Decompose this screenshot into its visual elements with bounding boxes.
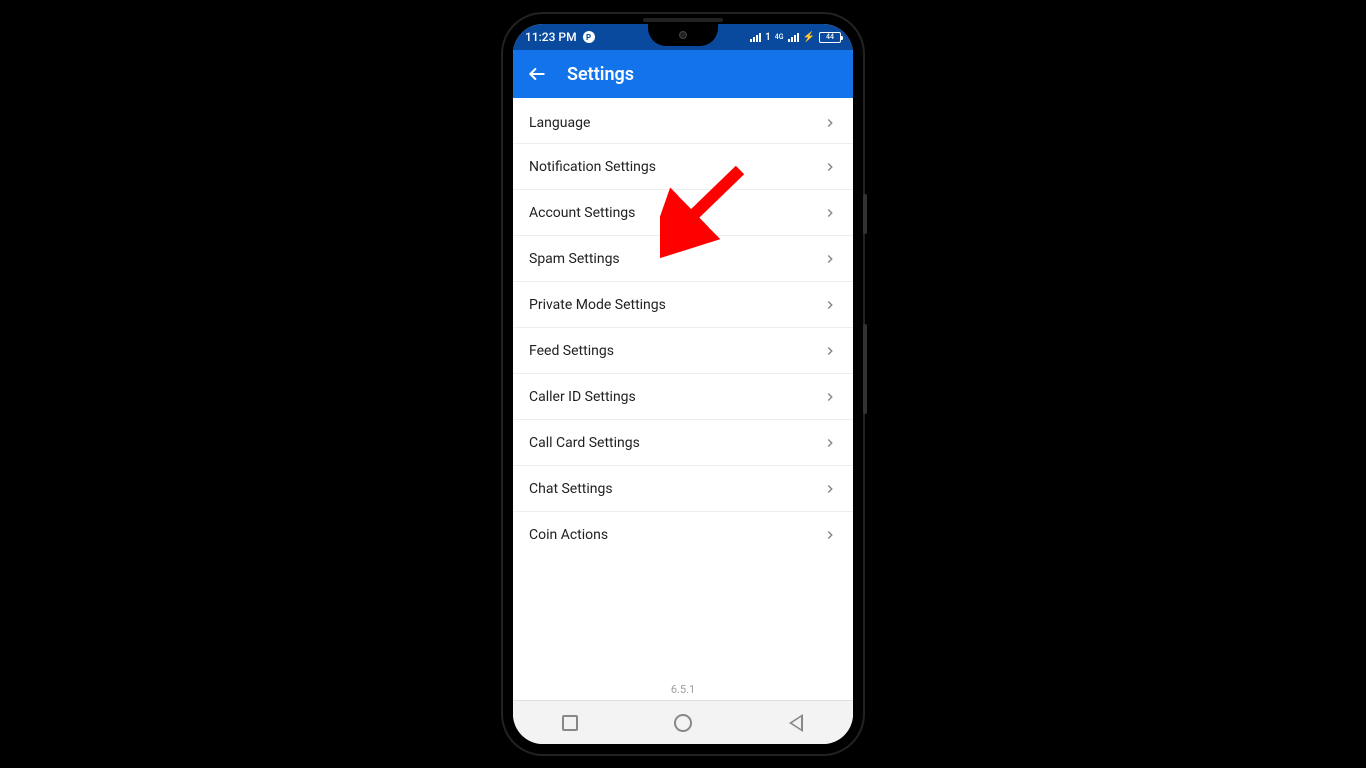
- volte-icon: 1: [765, 32, 771, 43]
- settings-item-call-card[interactable]: Call Card Settings: [513, 420, 853, 466]
- chevron-right-icon: [823, 344, 837, 358]
- list-item-label: Call Card Settings: [529, 435, 640, 451]
- page-title: Settings: [567, 64, 634, 85]
- settings-item-feed[interactable]: Feed Settings: [513, 328, 853, 374]
- settings-item-language[interactable]: Language: [513, 98, 853, 144]
- list-item-label: Coin Actions: [529, 527, 608, 543]
- list-item-label: Chat Settings: [529, 481, 613, 497]
- phone-speaker-slot: [643, 18, 723, 22]
- list-item-label: Feed Settings: [529, 343, 614, 359]
- list-item-label: Private Mode Settings: [529, 297, 666, 313]
- list-item-label: Caller ID Settings: [529, 389, 636, 405]
- status-left: 11:23 PM P: [525, 30, 595, 44]
- version-label: 6.5.1: [513, 677, 853, 700]
- nav-back-button[interactable]: [776, 703, 816, 743]
- chevron-right-icon: [823, 160, 837, 174]
- settings-item-caller-id[interactable]: Caller ID Settings: [513, 374, 853, 420]
- settings-item-coin-actions[interactable]: Coin Actions: [513, 512, 853, 558]
- nav-recent-button[interactable]: [550, 703, 590, 743]
- chevron-right-icon: [823, 252, 837, 266]
- chevron-right-icon: [823, 298, 837, 312]
- phone-volume-button: [863, 324, 867, 414]
- app-bar: Settings: [513, 50, 853, 98]
- settings-item-spam[interactable]: Spam Settings: [513, 236, 853, 282]
- chevron-right-icon: [823, 528, 837, 542]
- network-type-label: 4G: [775, 33, 784, 41]
- list-item-label: Account Settings: [529, 205, 635, 221]
- signal-icon-2: [788, 32, 799, 42]
- nav-home-button[interactable]: [663, 703, 703, 743]
- circle-icon: [674, 714, 692, 732]
- square-icon: [562, 715, 578, 731]
- phone-side-button: [863, 194, 867, 234]
- settings-item-account[interactable]: Account Settings: [513, 190, 853, 236]
- list-item-label: Notification Settings: [529, 159, 656, 175]
- front-camera-icon: [679, 31, 687, 39]
- charging-icon: ⚡: [803, 32, 815, 43]
- chevron-right-icon: [823, 482, 837, 496]
- chevron-right-icon: [823, 116, 837, 130]
- chevron-right-icon: [823, 206, 837, 220]
- system-nav-bar: [513, 700, 853, 744]
- phone-screen: 11:23 PM P 1 4G ⚡ 44 Settings Language: [513, 24, 853, 744]
- back-button[interactable]: [527, 64, 547, 84]
- list-item-label: Language: [529, 115, 590, 131]
- phone-frame: 11:23 PM P 1 4G ⚡ 44 Settings Language: [503, 14, 863, 754]
- status-right: 1 4G ⚡ 44: [750, 32, 841, 43]
- settings-item-private-mode[interactable]: Private Mode Settings: [513, 282, 853, 328]
- chevron-right-icon: [823, 436, 837, 450]
- phone-notch: [648, 24, 718, 46]
- list-item-label: Spam Settings: [529, 251, 620, 267]
- powerpoint-notification-icon: P: [583, 31, 595, 43]
- settings-item-notification[interactable]: Notification Settings: [513, 144, 853, 190]
- settings-item-chat[interactable]: Chat Settings: [513, 466, 853, 512]
- chevron-right-icon: [823, 390, 837, 404]
- status-time: 11:23 PM: [525, 30, 577, 44]
- battery-icon: 44: [819, 32, 841, 43]
- arrow-left-icon: [527, 64, 547, 84]
- triangle-icon: [789, 714, 803, 732]
- signal-icon: [750, 32, 761, 42]
- settings-list: Language Notification Settings Account S…: [513, 98, 853, 677]
